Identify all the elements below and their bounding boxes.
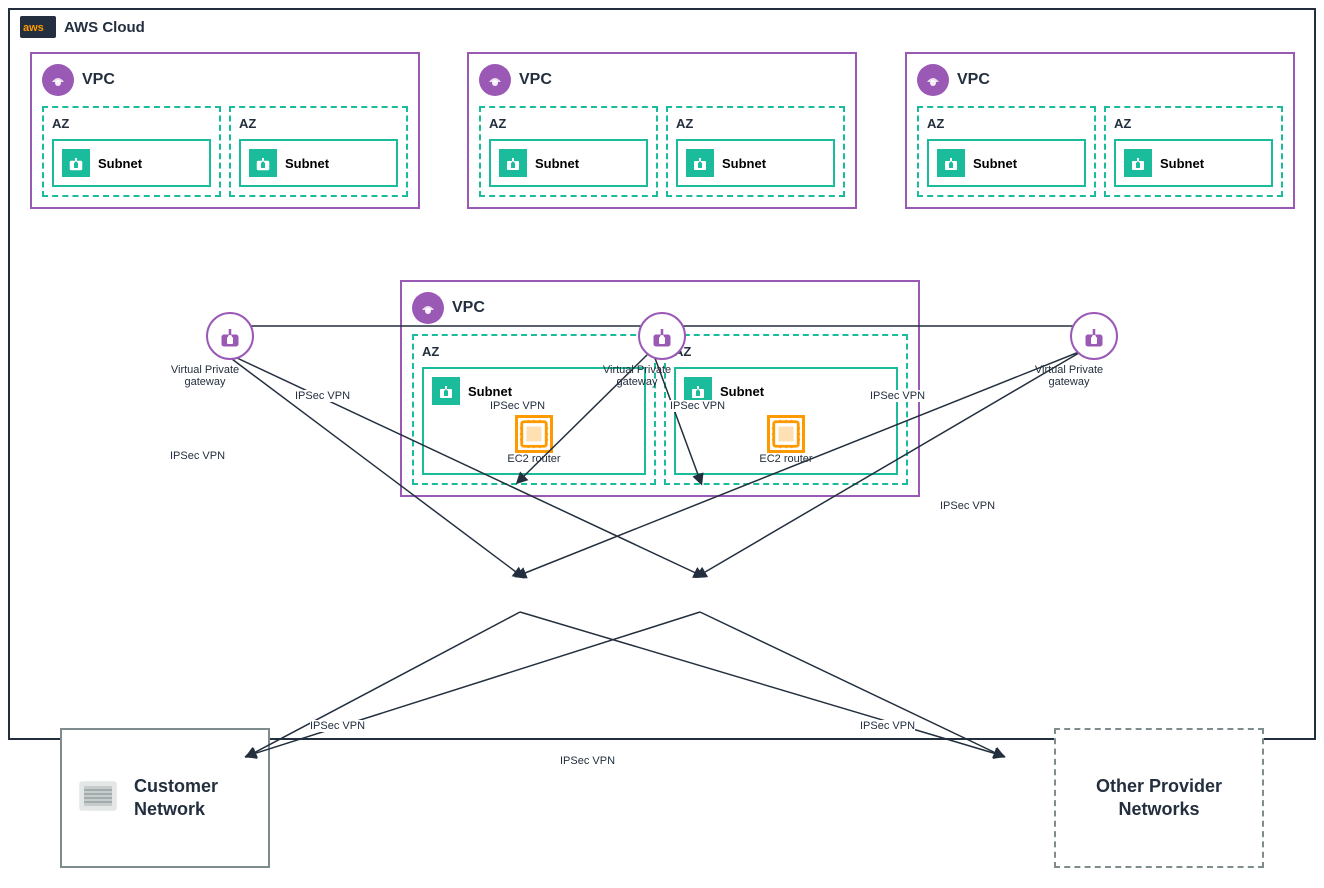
ec2-label-1: EC2 router [507,453,560,465]
az-label-3-2: AZ [1114,116,1273,131]
vpc-label-2: VPC [519,71,552,89]
az-label-1-1: AZ [52,116,211,131]
subnet-icon-2-2 [686,149,714,177]
gateway-label-3: Virtual Privategateway [1014,364,1124,388]
gateway-circle-2 [638,312,686,360]
vpc-label-3: VPC [957,71,990,89]
ipsec-label-4: IPSec VPN [670,400,725,412]
subnet-box-2-2: Subnet [676,139,835,187]
vpc-label-1: VPC [82,71,115,89]
subnet-box-2-1: Subnet [489,139,648,187]
az-box-1-2: AZ Subnet [229,106,408,197]
vpc-center-label: VPC [452,299,485,317]
ec2-label-2: EC2 router [759,453,812,465]
az-label-3-1: AZ [927,116,1086,131]
vpc-box-2: VPC AZ Subnet AZ Subnet [467,52,857,209]
az-box-3-2: AZ Subnet [1104,106,1283,197]
vpc-icon-3 [917,64,949,96]
az-center-label-2: AZ [674,344,898,359]
vpc-box-3: VPC AZ Subnet AZ Subnet [905,52,1295,209]
subnet-box-1-2: Subnet [239,139,398,187]
other-networks-label: Other ProviderNetworks [1096,775,1222,822]
vpc-icon-1 [42,64,74,96]
subnet-label-3-1: Subnet [973,156,1017,171]
vpc-icon-2 [479,64,511,96]
subnet-label-2-1: Subnet [535,156,579,171]
gateway-label-1: Virtual Privategateway [150,364,260,388]
gateway-circle-1 [206,312,254,360]
aws-cloud-container: aws AWS Cloud VPC AZ Subnet [8,8,1316,740]
az-center-label-1: AZ [422,344,646,359]
ipsec-label-2: IPSec VPN [170,450,225,462]
ipsec-label-1: IPSec VPN [295,390,350,402]
ipsec-label-6: IPSec VPN [940,500,995,512]
gateway-label-2: Virtual Privategateway [582,364,692,388]
subnet-box-3-2: Subnet [1114,139,1273,187]
az-label-1-2: AZ [239,116,398,131]
ipsec-label-8: IPSec VPN [560,755,615,767]
az-box-3-1: AZ Subnet [917,106,1096,197]
ipsec-label-5: IPSec VPN [870,390,925,402]
subnet-label-1-2: Subnet [285,156,329,171]
ipsec-label-9: IPSec VPN [860,720,915,732]
ec2-icon-1 [515,415,553,453]
vpc-center-icon [412,292,444,324]
subnet-label-1-1: Subnet [98,156,142,171]
subnet-icon-center-1 [432,377,460,405]
ipsec-label-7: IPSec VPN [310,720,365,732]
subnet-icon-2-1 [499,149,527,177]
subnet-box-3-1: Subnet [927,139,1086,187]
other-provider-networks: Other ProviderNetworks [1054,728,1264,868]
subnet-icon-1-1 [62,149,90,177]
subnet-icon-3-2 [1124,149,1152,177]
subnet-icon-1-2 [249,149,277,177]
vpc-box-1: VPC AZ Subnet AZ Subnet [30,52,420,209]
subnet-icon-3-1 [937,149,965,177]
subnet-box-1-1: Subnet [52,139,211,187]
az-box-1-1: AZ Subnet [42,106,221,197]
subnet-label-center-2: Subnet [720,384,764,399]
ec2-icon-2 [767,415,805,453]
gateway-circle-3 [1070,312,1118,360]
az-box-2-2: AZ Subnet [666,106,845,197]
customer-network-label: CustomerNetwork [134,775,218,822]
subnet-label-2-2: Subnet [722,156,766,171]
aws-cloud-label: AWS Cloud [64,19,145,36]
svg-text:aws: aws [23,22,44,34]
customer-network-icon [76,774,120,823]
aws-header: aws AWS Cloud [10,10,1314,44]
subnet-label-3-2: Subnet [1160,156,1204,171]
az-box-2-1: AZ Subnet [479,106,658,197]
customer-network: CustomerNetwork [60,728,270,868]
az-label-2-2: AZ [676,116,835,131]
subnet-label-center-1: Subnet [468,384,512,399]
az-label-2-1: AZ [489,116,648,131]
ipsec-label-3: IPSec VPN [490,400,545,412]
aws-logo: aws [20,16,56,38]
